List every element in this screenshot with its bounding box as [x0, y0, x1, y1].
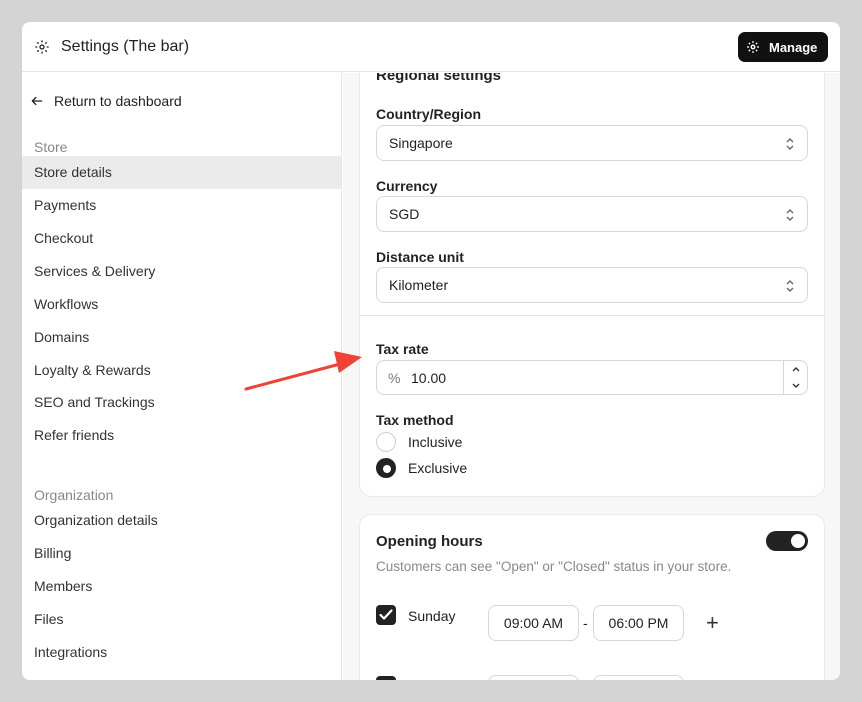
- page-title: Settings (The bar): [61, 38, 190, 55]
- chevron-updown-icon: [786, 280, 794, 292]
- percent-icon: %: [388, 370, 401, 386]
- tax-rate-stepper[interactable]: [783, 361, 807, 394]
- close-time-input[interactable]: 06:00 PM: [593, 605, 684, 641]
- settings-window: Settings (The bar) Manage Return to dash…: [22, 22, 840, 680]
- chevron-updown-icon: [786, 138, 794, 150]
- radio-checked[interactable]: [376, 458, 396, 478]
- day-label-sunday: Sunday: [408, 608, 456, 624]
- regional-settings-card: Regional settings Country/Region Singapo…: [359, 73, 825, 497]
- inclusive-label: Inclusive: [408, 434, 463, 450]
- chevron-updown-icon: [786, 209, 794, 221]
- arrow-left-icon: [31, 96, 43, 106]
- sidebar: Return to dashboard Store Store details …: [22, 73, 342, 680]
- sidebar-item-store-details[interactable]: Store details: [22, 156, 341, 189]
- monday-open-time-input[interactable]: [488, 675, 579, 680]
- main-content[interactable]: Regional settings Country/Region Singapo…: [343, 73, 840, 680]
- gear-icon: [35, 40, 49, 54]
- opening-hours-title: Opening hours: [376, 533, 483, 550]
- sidebar-item-billing[interactable]: Billing: [22, 537, 341, 570]
- sunday-checkbox[interactable]: [376, 605, 396, 625]
- manage-button-label: Manage: [769, 39, 818, 55]
- monday-checkbox[interactable]: [376, 676, 396, 680]
- sidebar-item-members[interactable]: Members: [22, 570, 341, 603]
- checkmark-icon: [379, 609, 393, 620]
- currency-value: SGD: [389, 206, 420, 222]
- radio-unchecked[interactable]: [376, 432, 396, 452]
- country-select[interactable]: Singapore: [376, 125, 808, 161]
- opening-hours-description: Customers can see "Open" or "Closed" sta…: [376, 559, 732, 574]
- tax-rate-label: Tax rate: [376, 341, 429, 357]
- decrement-button[interactable]: [784, 378, 808, 394]
- tax-rate-input[interactable]: % 10.00: [376, 360, 808, 395]
- tax-method-exclusive[interactable]: Exclusive: [376, 458, 467, 478]
- sidebar-item-payments[interactable]: Payments: [22, 189, 341, 222]
- chevron-up-icon: [792, 367, 800, 372]
- currency-select[interactable]: SGD: [376, 196, 808, 232]
- regional-settings-heading: Regional settings: [376, 73, 502, 84]
- sidebar-item-integrations[interactable]: Integrations: [22, 636, 341, 669]
- opening-hours-card: Opening hours Customers can see "Open" o…: [359, 514, 825, 680]
- sidebar-item-seo-trackings[interactable]: SEO and Trackings: [22, 386, 341, 419]
- country-label: Country/Region: [376, 106, 481, 122]
- sidebar-item-services-delivery[interactable]: Services & Delivery: [22, 255, 341, 288]
- time-separator: -: [583, 615, 588, 631]
- back-link-label: Return to dashboard: [54, 93, 182, 109]
- country-value: Singapore: [389, 135, 453, 151]
- tax-rate-value: 10.00: [411, 370, 447, 386]
- sidebar-item-organization-details[interactable]: Organization details: [22, 504, 341, 537]
- exclusive-label: Exclusive: [408, 460, 468, 476]
- currency-label: Currency: [376, 178, 438, 194]
- sidebar-item-workflows[interactable]: Workflows: [22, 288, 341, 321]
- tax-method-inclusive[interactable]: Inclusive: [376, 432, 462, 452]
- open-time-input[interactable]: 09:00 AM: [488, 605, 579, 641]
- return-to-dashboard-link[interactable]: Return to dashboard: [30, 93, 182, 109]
- sidebar-item-files[interactable]: Files: [22, 603, 341, 636]
- top-bar: Settings (The bar) Manage: [22, 22, 840, 72]
- sidebar-item-loyalty-rewards[interactable]: Loyalty & Rewards: [22, 354, 341, 387]
- manage-button[interactable]: Manage: [738, 32, 828, 62]
- tax-method-label: Tax method: [376, 412, 454, 428]
- sidebar-item-domains[interactable]: Domains: [22, 321, 341, 354]
- store-section-label: Store: [34, 139, 68, 155]
- add-hours-button[interactable]: +: [706, 612, 719, 634]
- increment-button[interactable]: [784, 361, 808, 377]
- opening-hours-toggle[interactable]: [766, 531, 808, 551]
- distance-unit-value: Kilometer: [389, 277, 449, 293]
- gear-icon: [747, 41, 759, 53]
- monday-close-time-input[interactable]: [593, 675, 684, 680]
- sidebar-item-refer-friends[interactable]: Refer friends: [22, 419, 341, 452]
- sidebar-item-checkout[interactable]: Checkout: [22, 222, 341, 255]
- section-divider: [360, 315, 824, 316]
- distance-unit-select[interactable]: Kilometer: [376, 267, 808, 303]
- organization-section-label: Organization: [34, 487, 114, 503]
- distance-unit-label: Distance unit: [376, 249, 464, 265]
- chevron-down-icon: [792, 383, 800, 388]
